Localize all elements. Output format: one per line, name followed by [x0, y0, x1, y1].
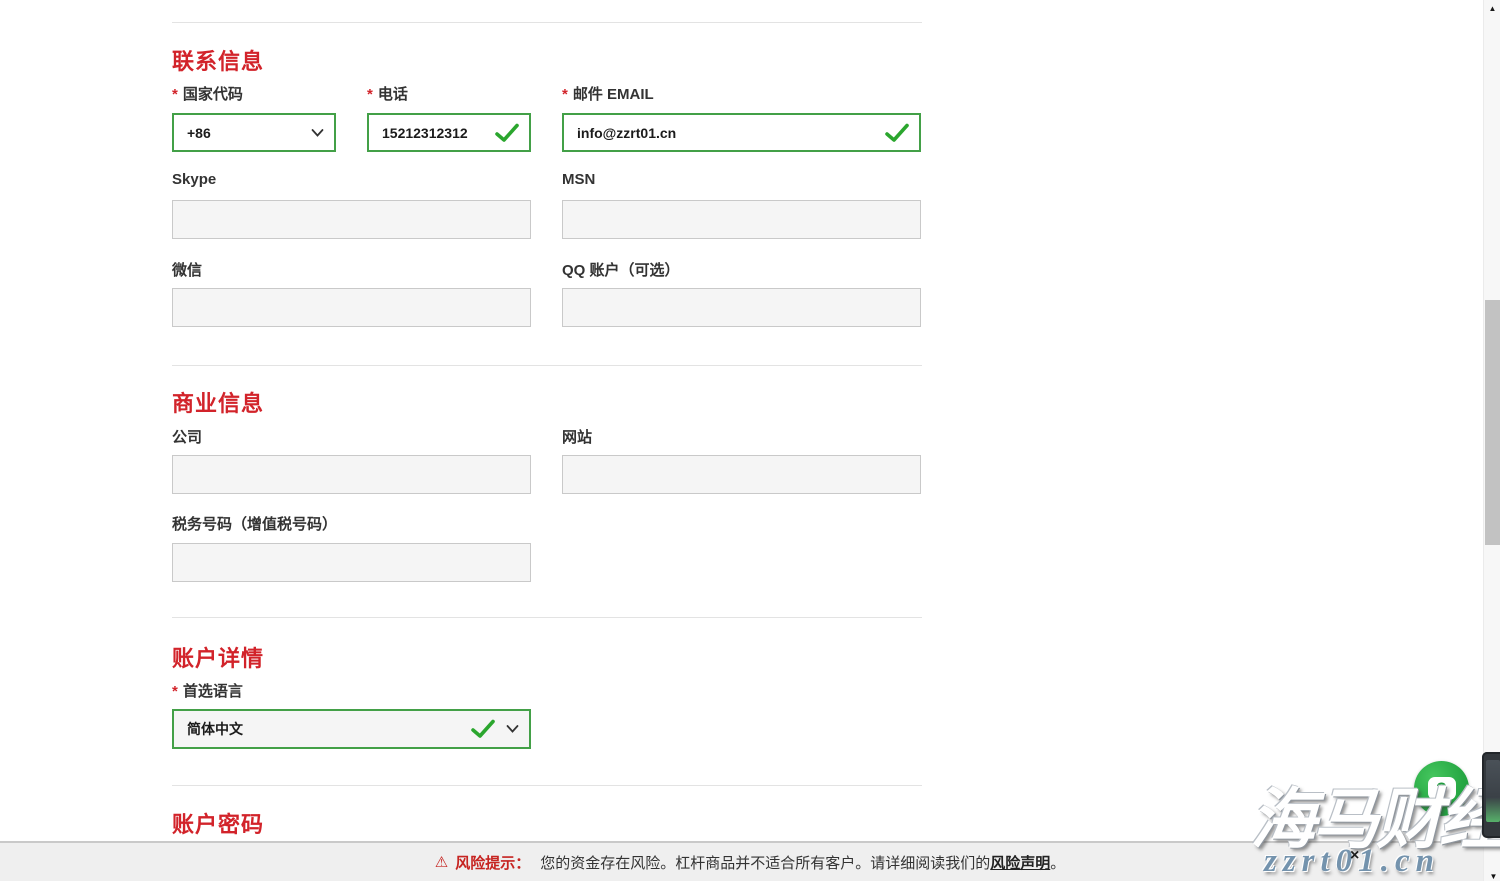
skype-input[interactable]	[172, 200, 531, 239]
wechat-input[interactable]	[172, 288, 531, 327]
skype-label: Skype	[172, 171, 216, 188]
scroll-down-icon[interactable]: ▼	[1485, 868, 1500, 885]
vertical-scrollbar[interactable]: ▲	[1483, 0, 1500, 881]
chevron-down-icon	[311, 128, 324, 137]
skype-field	[172, 200, 531, 239]
section-divider	[172, 617, 922, 618]
help-chat-button[interactable]: ?	[1414, 761, 1469, 816]
question-bubble-icon: ?	[1428, 777, 1456, 800]
email-input[interactable]	[562, 113, 921, 152]
website-input[interactable]	[562, 455, 921, 494]
country-code-label: *国家代码	[172, 83, 243, 104]
phone-input[interactable]	[367, 113, 531, 152]
language-label: *首选语言	[172, 680, 243, 701]
required-marker: *	[172, 86, 178, 103]
country-code-value: +86	[187, 125, 211, 141]
wechat-label: 微信	[172, 259, 202, 280]
required-marker: *	[562, 86, 568, 103]
tax-number-label: 税务号码（增值税号码）	[172, 513, 337, 534]
risk-warning-label: 风险提示：	[455, 852, 530, 873]
wechat-field	[172, 288, 531, 327]
account-details-section-title: 账户详情	[172, 641, 264, 673]
website-field	[562, 455, 921, 494]
company-field	[172, 455, 531, 494]
risk-warning-suffix: 。	[1050, 852, 1065, 873]
chevron-down-icon	[506, 725, 519, 734]
section-divider	[172, 22, 922, 23]
country-code-field: +86	[172, 113, 336, 152]
valid-check-icon	[471, 719, 495, 739]
scrollbar-thumb[interactable]	[1485, 300, 1500, 545]
country-code-select[interactable]: +86	[172, 113, 336, 152]
email-field	[562, 113, 921, 152]
phone-label: *电话	[367, 83, 408, 104]
business-section-title: 商业信息	[172, 386, 264, 418]
risk-warning-text: 您的资金存在风险。杠杆商品并不适合所有客户。请详细阅读我们的	[540, 852, 990, 873]
qq-input[interactable]	[562, 288, 921, 327]
language-select[interactable]: 简体中文	[172, 709, 531, 749]
qq-label: QQ 账户（可选）	[562, 259, 680, 280]
company-label: 公司	[172, 426, 202, 447]
email-label: *邮件 EMAIL	[562, 83, 654, 104]
company-input[interactable]	[172, 455, 531, 494]
section-divider	[172, 365, 922, 366]
tax-number-field	[172, 543, 531, 582]
warning-icon: ⚠	[435, 853, 448, 871]
phone-screen	[1486, 760, 1500, 822]
msn-field	[562, 200, 921, 239]
phone-image	[1482, 752, 1500, 838]
language-field: 简体中文	[172, 709, 531, 749]
msn-input[interactable]	[562, 200, 921, 239]
language-value: 简体中文	[187, 719, 243, 739]
section-divider	[172, 785, 922, 786]
risk-warning-bar: ⚠ 风险提示： 您的资金存在风险。杠杆商品并不适合所有客户。请详细阅读我们的风险…	[0, 841, 1500, 881]
website-label: 网站	[562, 426, 592, 447]
required-marker: *	[367, 86, 373, 103]
registration-form-page: { "required_marker": "*", "icons": { "wa…	[0, 0, 1500, 881]
tax-number-input[interactable]	[172, 543, 531, 582]
close-icon[interactable]: ×	[1350, 848, 1359, 864]
contact-section-title: 联系信息	[172, 44, 264, 76]
required-marker: *	[172, 683, 178, 700]
account-password-section-title: 账户密码	[172, 807, 264, 839]
scroll-up-icon[interactable]: ▲	[1484, 0, 1500, 17]
risk-statement-link[interactable]: 风险声明	[990, 852, 1050, 873]
phone-field	[367, 113, 531, 152]
qq-field	[562, 288, 921, 327]
msn-label: MSN	[562, 171, 595, 188]
